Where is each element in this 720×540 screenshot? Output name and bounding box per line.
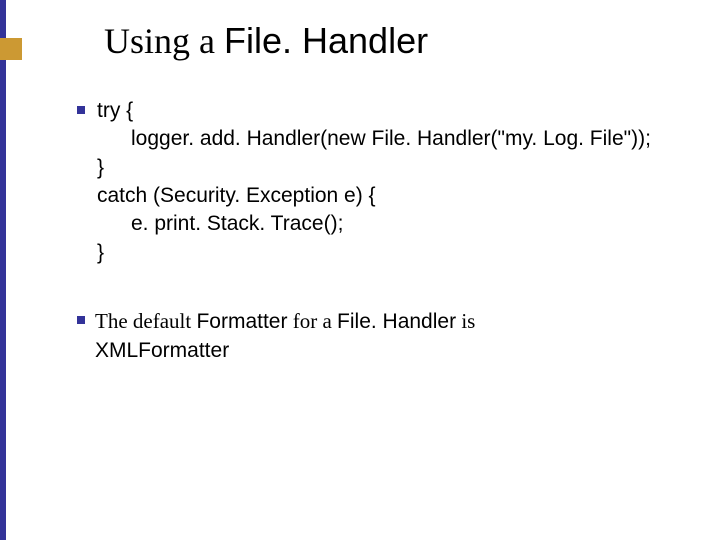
- slide-body: try { logger. add. Handler(new File. Han…: [95, 97, 690, 366]
- code-line: try {: [97, 97, 690, 125]
- bullet-item-1: try { logger. add. Handler(new File. Han…: [95, 97, 690, 267]
- code-line: }: [97, 154, 690, 182]
- code-line: catch (Security. Exception e) {: [97, 182, 690, 210]
- title-text-sans: File. Handler: [224, 20, 428, 61]
- bullet-icon: [77, 106, 85, 114]
- code-line: e. print. Stack. Trace();: [97, 210, 690, 238]
- slide: Using a File. Handler try { logger. add.…: [0, 0, 720, 540]
- left-accent-square: [0, 38, 22, 60]
- text-run: The default: [95, 309, 196, 333]
- title-text-serif: Using a: [104, 21, 224, 61]
- text-run-sans: Formatter: [196, 310, 287, 333]
- code-line: logger. add. Handler(new File. Handler("…: [97, 125, 690, 153]
- paragraph: The default Formatter for a File. Handle…: [95, 307, 690, 366]
- left-accent-bar: [0, 0, 6, 540]
- text-run: is: [456, 309, 475, 333]
- bullet-icon: [77, 316, 85, 324]
- code-line: }: [97, 239, 690, 267]
- bullet-item-2: The default Formatter for a File. Handle…: [95, 307, 690, 366]
- slide-title: Using a File. Handler: [104, 20, 428, 62]
- text-run-sans: XMLFormatter: [95, 339, 229, 362]
- code-block: try { logger. add. Handler(new File. Han…: [97, 97, 690, 267]
- text-run: for a: [287, 309, 337, 333]
- text-run-sans: File. Handler: [337, 310, 456, 333]
